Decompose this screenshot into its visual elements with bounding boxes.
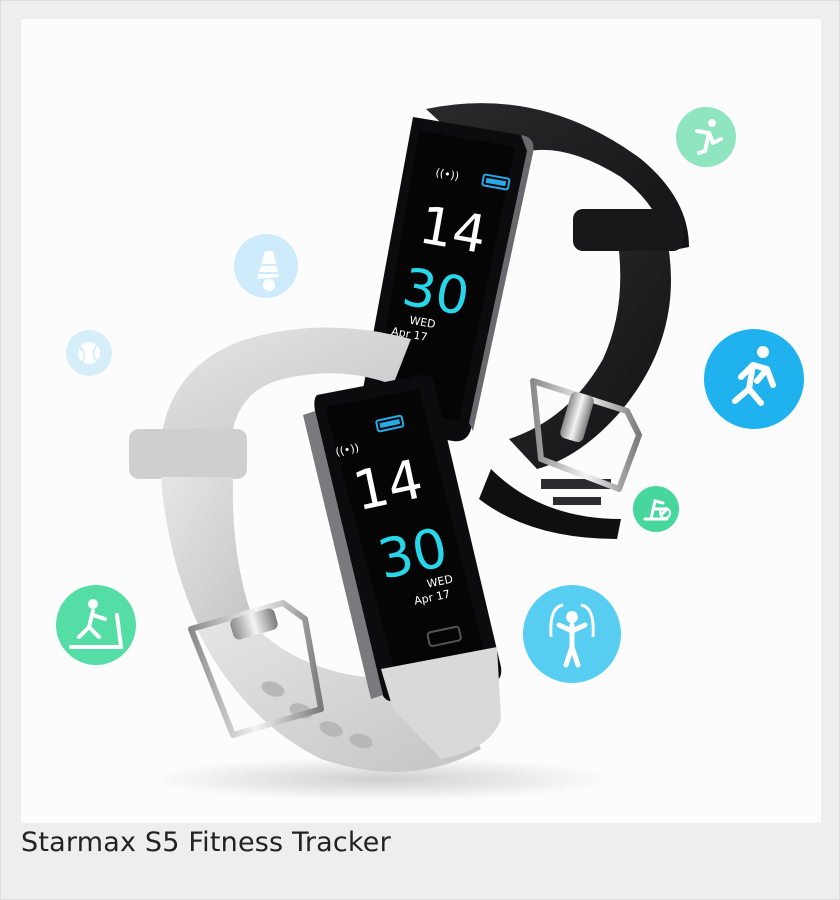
jump-rope-icon <box>523 585 621 683</box>
running-icon <box>704 329 804 429</box>
badminton-icon <box>234 234 298 298</box>
product-photo[interactable]: ((•)) 14 30 WED Apr 17 ((•)) 14 30 WED A… <box>21 19 821 823</box>
black-hour-text: 14 <box>415 195 491 266</box>
product-caption[interactable]: Starmax S5 Fitness Tracker <box>21 827 391 858</box>
exercise-bike-icon <box>633 486 679 532</box>
tennis-ball-icon <box>66 330 112 376</box>
product-image: ((•)) 14 30 WED Apr 17 ((•)) 14 30 WED A… <box>56 103 804 801</box>
product-card[interactable]: ((•)) 14 30 WED Apr 17 ((•)) 14 30 WED A… <box>0 0 840 900</box>
treadmill-icon <box>56 585 136 665</box>
yoga-icon <box>676 107 736 167</box>
